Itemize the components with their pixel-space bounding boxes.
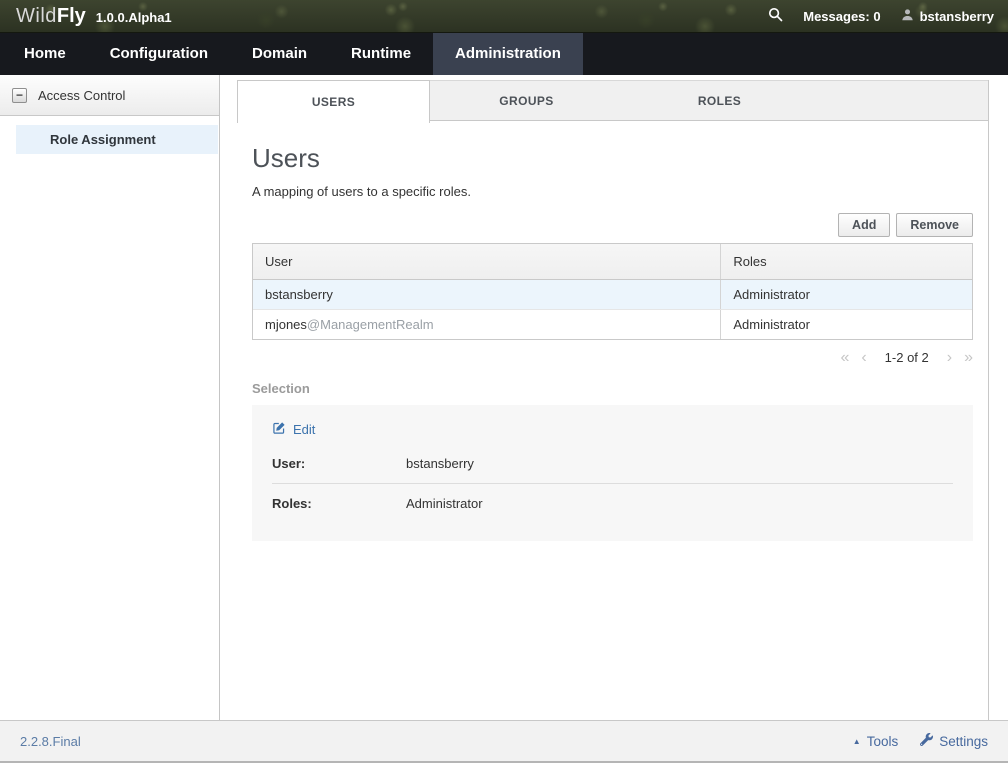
- user-menu[interactable]: bstansberry: [901, 8, 994, 24]
- field-value: Administrator: [406, 496, 483, 511]
- table-header-row: User Roles: [253, 244, 972, 280]
- messages-label: Messages: 0: [803, 9, 880, 24]
- settings-link[interactable]: Settings: [920, 733, 988, 749]
- username-label: bstansberry: [920, 9, 994, 24]
- pagination-label: 1-2 of 2: [885, 350, 929, 365]
- table-row[interactable]: mjones@ManagementRealm Administrator: [253, 309, 972, 339]
- settings-label: Settings: [939, 734, 988, 749]
- sidebar: − Access Control Role Assignment: [0, 75, 220, 720]
- nav-item-administration[interactable]: Administration: [433, 33, 583, 75]
- primary-nav: Home Configuration Domain Runtime Admini…: [0, 33, 1008, 75]
- next-page-icon[interactable]: ›: [947, 351, 952, 365]
- realm-suffix: @ManagementRealm: [307, 317, 434, 332]
- search-icon: [768, 7, 783, 25]
- table-toolbar: Add Remove: [252, 213, 973, 237]
- selection-field-roles: Roles: Administrator: [272, 484, 953, 523]
- first-page-icon[interactable]: «: [840, 351, 849, 365]
- footer: 2.2.8.Final ▲ Tools Settings: [0, 720, 1008, 763]
- tools-label: Tools: [867, 734, 899, 749]
- wrench-icon: [920, 733, 933, 749]
- nav-item-domain[interactable]: Domain: [230, 33, 329, 75]
- field-value: bstansberry: [406, 456, 474, 471]
- tab-strip: USERS GROUPS ROLES: [237, 80, 988, 121]
- selection-panel: Edit User: bstansberry Roles: Administra…: [252, 405, 973, 541]
- remove-button[interactable]: Remove: [896, 213, 973, 237]
- footer-links: ▲ Tools Settings: [853, 733, 988, 749]
- sidebar-section-label: Access Control: [38, 88, 125, 103]
- tools-caret-icon: ▲: [853, 737, 861, 746]
- page-description: A mapping of users to a specific roles.: [252, 184, 973, 199]
- user-icon: [901, 8, 914, 24]
- roles-cell[interactable]: Administrator: [720, 280, 972, 309]
- edit-label: Edit: [293, 422, 315, 437]
- tools-link[interactable]: ▲ Tools: [853, 734, 898, 749]
- edit-icon: [272, 421, 286, 438]
- app-header: WildFly 1.0.0.Alpha1 Messages: 0 bstansb…: [0, 0, 1008, 33]
- prev-page-icon[interactable]: ‹: [861, 351, 866, 365]
- tab-roles[interactable]: ROLES: [623, 81, 816, 120]
- messages-indicator[interactable]: Messages: 0: [803, 9, 880, 24]
- logo-fly: Fly: [57, 5, 86, 28]
- column-header-roles[interactable]: Roles: [720, 244, 972, 279]
- field-label: User:: [272, 456, 406, 471]
- pagination: « ‹ 1-2 of 2 › »: [252, 350, 973, 365]
- tab-users[interactable]: USERS: [237, 80, 430, 123]
- nav-item-configuration[interactable]: Configuration: [88, 33, 230, 75]
- users-table: User Roles bstansberry Administrator mjo…: [252, 243, 973, 340]
- sidebar-item-role-assignment[interactable]: Role Assignment: [16, 125, 218, 154]
- product-version: 1.0.0.Alpha1: [96, 10, 172, 25]
- add-button[interactable]: Add: [838, 213, 890, 237]
- roles-cell[interactable]: Administrator: [720, 310, 972, 339]
- body: − Access Control Role Assignment USERS G…: [0, 75, 1008, 720]
- logo-wild: Wild: [16, 5, 57, 28]
- edit-link[interactable]: Edit: [272, 421, 315, 438]
- field-label: Roles:: [272, 496, 406, 511]
- table-row[interactable]: bstansberry Administrator: [253, 280, 972, 309]
- header-toolbar: Messages: 0 bstansberry: [768, 7, 994, 25]
- content-panel: USERS GROUPS ROLES Users A mapping of us…: [237, 80, 989, 720]
- main-area: USERS GROUPS ROLES Users A mapping of us…: [220, 75, 1008, 720]
- sidebar-section-access-control[interactable]: − Access Control: [0, 75, 219, 116]
- nav-item-home[interactable]: Home: [2, 33, 88, 75]
- collapse-minus-icon[interactable]: −: [12, 88, 27, 103]
- table-body: bstansberry Administrator mjones@Managem…: [253, 280, 972, 339]
- last-page-icon[interactable]: »: [964, 351, 973, 365]
- page-title: Users: [252, 143, 973, 174]
- tab-groups[interactable]: GROUPS: [430, 81, 623, 120]
- tab-content: Users A mapping of users to a specific r…: [237, 121, 988, 541]
- selection-field-user: User: bstansberry: [272, 444, 953, 484]
- user-cell[interactable]: bstansberry: [253, 280, 720, 309]
- user-cell[interactable]: mjones@ManagementRealm: [253, 310, 720, 339]
- app-logo: WildFly 1.0.0.Alpha1: [16, 5, 172, 28]
- search-button[interactable]: [768, 7, 783, 25]
- console-version: 2.2.8.Final: [20, 734, 81, 749]
- column-header-user[interactable]: User: [253, 244, 720, 279]
- nav-item-runtime[interactable]: Runtime: [329, 33, 433, 75]
- selection-heading: Selection: [252, 381, 973, 396]
